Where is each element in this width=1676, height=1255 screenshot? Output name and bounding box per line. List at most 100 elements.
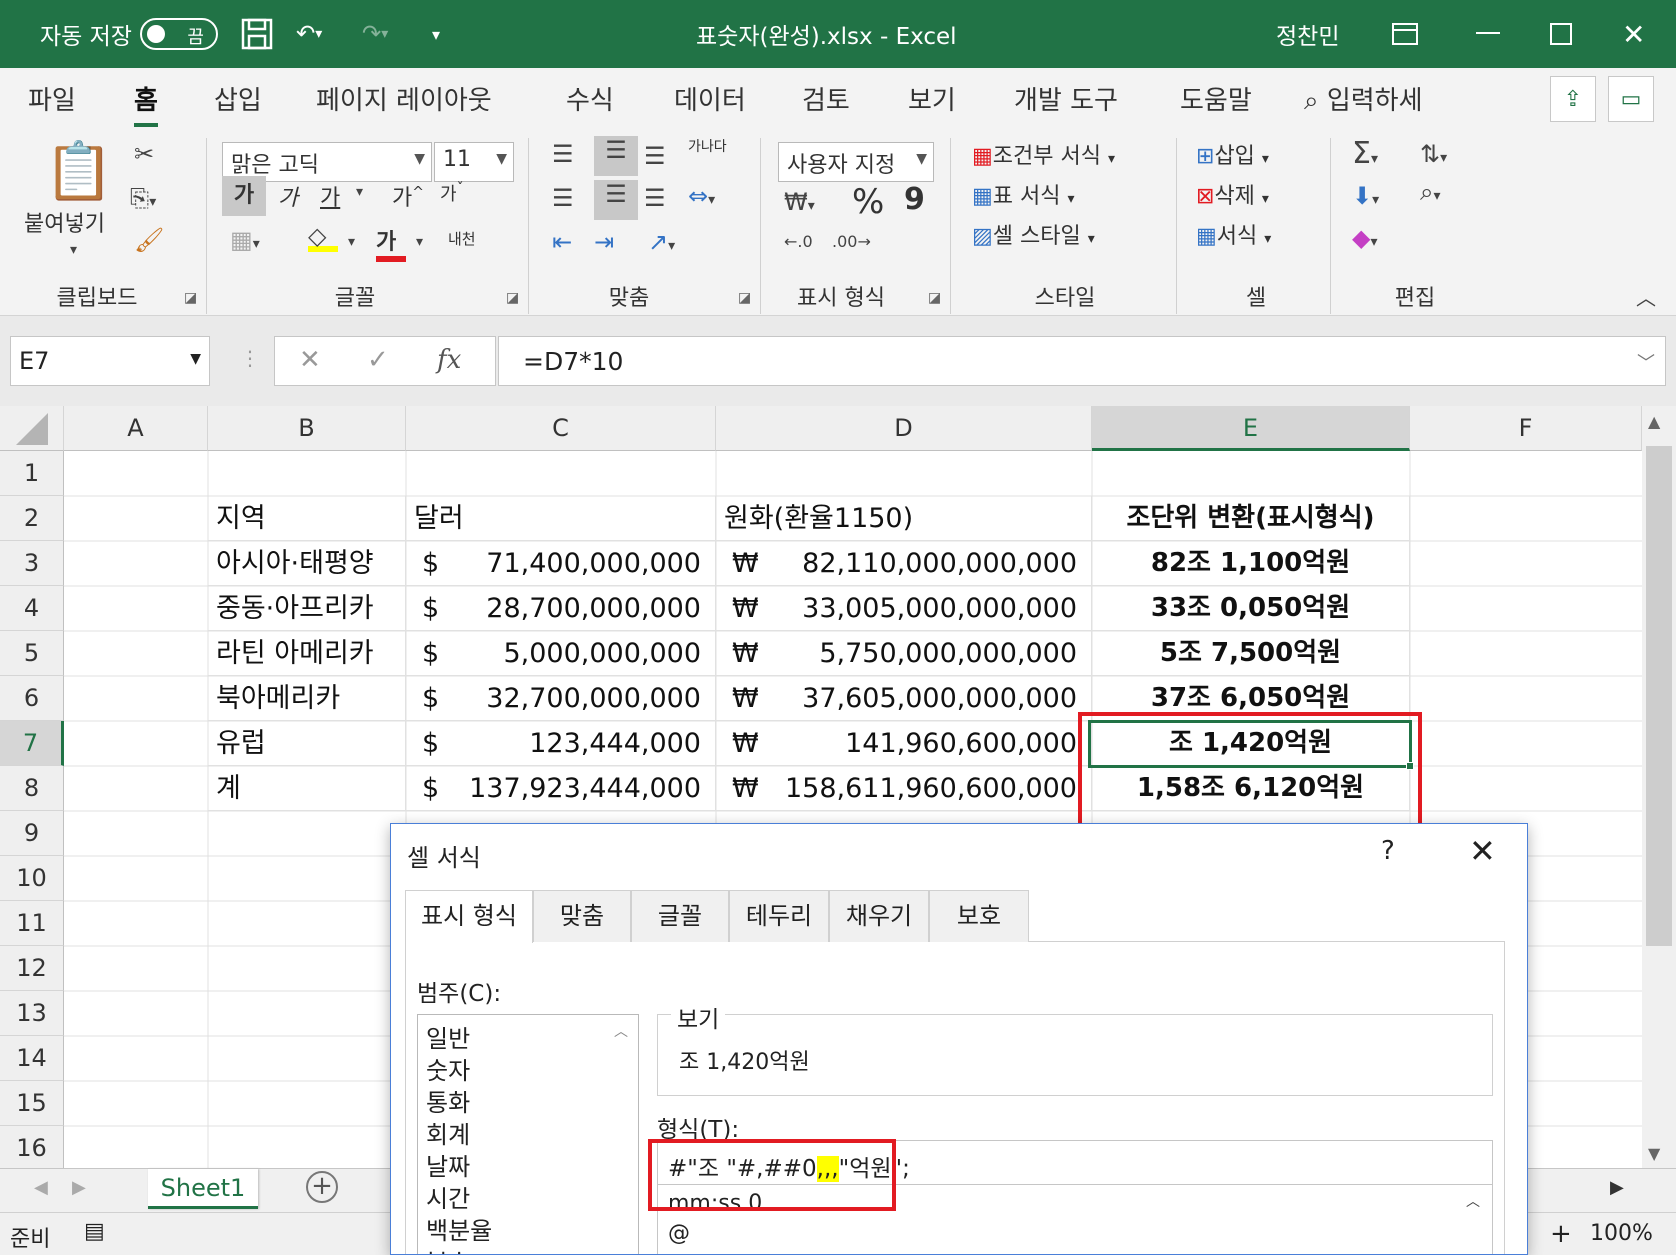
align-top-icon[interactable]: ☰ bbox=[552, 140, 574, 168]
cell-d8[interactable]: ₩158,611,960,600,000 bbox=[716, 766, 1092, 811]
cell-c2[interactable]: 달러 bbox=[406, 496, 716, 541]
cell-d6[interactable]: ₩37,605,000,000,000 bbox=[716, 676, 1092, 721]
tab-scroll-right-icon[interactable]: ▶ bbox=[72, 1177, 86, 1198]
number-launcher-icon[interactable]: ◪ bbox=[928, 290, 941, 306]
align-middle-icon[interactable]: ☰ bbox=[594, 136, 638, 176]
add-sheet-icon[interactable]: + bbox=[306, 1171, 338, 1203]
font-color-button[interactable]: 가 bbox=[376, 224, 406, 262]
dialog-tab-font[interactable]: 글꼴 bbox=[631, 890, 729, 942]
font-size-dropdown[interactable]: 11 ▼ bbox=[434, 142, 514, 182]
row-header-11[interactable]: 11 bbox=[0, 901, 64, 946]
tab-help[interactable]: 도움말 bbox=[1180, 80, 1252, 117]
category-item[interactable]: 회계 bbox=[426, 1115, 470, 1150]
paste-icon[interactable]: 📋 bbox=[44, 138, 114, 204]
autosum-icon[interactable]: Σ▾ bbox=[1352, 136, 1378, 171]
comments-icon[interactable]: ▭ bbox=[1608, 76, 1654, 122]
row-header-10[interactable]: 10 bbox=[0, 856, 64, 901]
cell-d3[interactable]: ₩82,110,000,000,000 bbox=[716, 541, 1092, 586]
row-header-14[interactable]: 14 bbox=[0, 1036, 64, 1081]
alignment-launcher-icon[interactable]: ◪ bbox=[738, 290, 751, 306]
save-icon[interactable] bbox=[240, 0, 274, 68]
percent-style-button[interactable]: % bbox=[852, 182, 884, 222]
category-item[interactable]: 분수 bbox=[426, 1243, 470, 1254]
delete-cells-button[interactable]: ⊠삭제 ▾ bbox=[1196, 178, 1269, 210]
align-bottom-icon[interactable]: ☰ bbox=[644, 142, 666, 170]
cell-e4[interactable]: 33조 0,050억원 bbox=[1092, 586, 1410, 631]
cell-c6[interactable]: $32,700,000,000 bbox=[406, 676, 716, 721]
align-center-icon[interactable]: ☰ bbox=[594, 180, 638, 220]
row-header-16[interactable]: 16 bbox=[0, 1126, 64, 1171]
formula-input[interactable]: =D7*10 ﹀ bbox=[498, 336, 1666, 386]
fill-color-dropdown-icon[interactable]: ▾ bbox=[348, 234, 355, 250]
category-item[interactable]: 일반 bbox=[426, 1019, 470, 1054]
cut-icon[interactable]: ✂ bbox=[134, 140, 154, 168]
font-color-dropdown-icon[interactable]: ▾ bbox=[416, 234, 423, 250]
paste-dropdown-icon[interactable]: ▾ bbox=[70, 242, 77, 258]
dialog-tab-fill[interactable]: 채우기 bbox=[829, 890, 929, 942]
collapse-ribbon-icon[interactable]: ︿ bbox=[1636, 282, 1656, 311]
underline-dropdown-icon[interactable]: ▾ bbox=[356, 184, 363, 200]
maximize-icon[interactable] bbox=[1550, 0, 1572, 68]
row-header-12[interactable]: 12 bbox=[0, 946, 64, 991]
hscroll-right-icon[interactable]: ▶ bbox=[1610, 1177, 1624, 1198]
row-header-3[interactable]: 3 bbox=[0, 541, 64, 586]
format-cells-button[interactable]: ▦서식 ▾ bbox=[1196, 218, 1271, 250]
borders-icon[interactable]: ▦▾ bbox=[230, 226, 260, 254]
vertical-scrollbar[interactable]: ▲ ▼ bbox=[1642, 406, 1676, 1168]
row-header-5[interactable]: 5 bbox=[0, 631, 64, 676]
zoom-level[interactable]: 100% bbox=[1590, 1221, 1653, 1246]
minimize-icon[interactable] bbox=[1476, 0, 1502, 68]
format-as-table-button[interactable]: ▦표 서식 ▾ bbox=[972, 178, 1075, 210]
tell-me-search[interactable]: ⌕ 입력하세 bbox=[1304, 80, 1423, 117]
cell-d7[interactable]: ₩141,960,600,000 bbox=[716, 721, 1092, 766]
phonetic-button[interactable]: 내천 bbox=[448, 228, 476, 249]
category-scroll-up-icon[interactable]: ︿ bbox=[614, 1021, 628, 1041]
category-item[interactable]: 날짜 bbox=[426, 1147, 470, 1182]
column-header-a[interactable]: A bbox=[64, 406, 208, 451]
cell-b7[interactable]: 유럽 bbox=[208, 721, 406, 766]
grow-font-button[interactable]: 가^ bbox=[392, 180, 424, 212]
column-header-f[interactable]: F bbox=[1410, 406, 1642, 451]
column-header-d[interactable]: D bbox=[716, 406, 1092, 451]
bold-button[interactable]: 가 bbox=[222, 176, 266, 216]
column-header-e[interactable]: E bbox=[1092, 406, 1410, 451]
dialog-tab-protection[interactable]: 보호 bbox=[929, 890, 1029, 942]
row-header-6[interactable]: 6 bbox=[0, 676, 64, 721]
format-painter-icon[interactable]: 🖌 bbox=[134, 226, 164, 254]
ribbon-display-icon[interactable] bbox=[1392, 0, 1418, 68]
row-header-4[interactable]: 4 bbox=[0, 586, 64, 631]
orientation-icon[interactable]: ↗▾ bbox=[648, 228, 675, 256]
copy-icon[interactable]: ⎘▾ bbox=[130, 184, 156, 212]
cell-b2[interactable]: 지역 bbox=[208, 496, 406, 541]
dialog-close-icon[interactable]: ✕ bbox=[1469, 832, 1496, 870]
decrease-decimal-icon[interactable]: .00→ bbox=[832, 232, 871, 251]
autosave-toggle[interactable]: 끔 bbox=[139, 18, 218, 50]
autosave[interactable]: 자동 저장 끔 bbox=[40, 0, 218, 68]
align-right-icon[interactable]: ☰ bbox=[644, 184, 666, 212]
sort-filter-icon[interactable]: ⇅▾ bbox=[1420, 140, 1447, 168]
redo-icon[interactable]: ↷ ▾ bbox=[362, 0, 388, 68]
user-name[interactable]: 정찬민 bbox=[1276, 0, 1339, 68]
clipboard-launcher-icon[interactable]: ◪ bbox=[184, 290, 197, 306]
cell-d2[interactable]: 원화(환율1150) bbox=[716, 496, 1092, 541]
share-icon[interactable]: ⇪ bbox=[1550, 76, 1596, 122]
select-all-button[interactable] bbox=[0, 406, 64, 451]
sheet-tab-sheet1[interactable]: Sheet1 bbox=[148, 1169, 258, 1209]
undo-icon[interactable]: ↶ ▾ bbox=[296, 0, 322, 68]
comma-style-button[interactable]: 9 bbox=[904, 182, 925, 217]
tab-insert[interactable]: 삽입 bbox=[214, 80, 262, 117]
dialog-tab-alignment[interactable]: 맞춤 bbox=[533, 890, 631, 942]
category-item[interactable]: 숫자 bbox=[426, 1051, 470, 1086]
enter-formula-icon[interactable]: ✓ bbox=[367, 345, 389, 375]
insert-function-button[interactable]: fx bbox=[437, 345, 461, 375]
scroll-down-icon[interactable]: ▼ bbox=[1648, 1144, 1660, 1163]
fill-color-icon[interactable]: ◇ bbox=[308, 222, 338, 252]
tab-home[interactable]: 홈 bbox=[134, 80, 158, 127]
cell-b3[interactable]: 아시아·태평양 bbox=[208, 541, 406, 586]
tab-formulas[interactable]: 수식 bbox=[566, 80, 614, 117]
underline-button[interactable]: 가 bbox=[320, 180, 340, 212]
cell-c7[interactable]: $123,444,000 bbox=[406, 721, 716, 766]
merge-center-icon[interactable]: ⇔▾ bbox=[688, 182, 715, 210]
close-icon[interactable]: ✕ bbox=[1622, 0, 1645, 68]
tab-page-layout[interactable]: 페이지 레이아웃 bbox=[316, 80, 492, 117]
